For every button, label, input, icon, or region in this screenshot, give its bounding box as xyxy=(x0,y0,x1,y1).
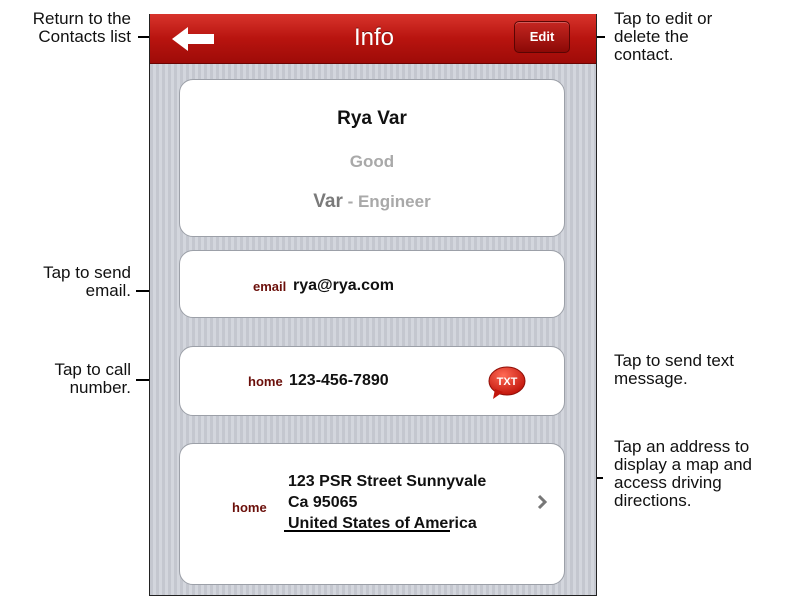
company-name: Var xyxy=(313,191,343,212)
job-title: - Engineer xyxy=(342,192,431,211)
contact-name-card: Rya Var Good Var - Engineer xyxy=(179,79,565,237)
phone-screen: Info Edit Rya Var Good Var - Engineer em… xyxy=(149,14,597,596)
email-row[interactable]: email rya@rya.com xyxy=(179,250,565,318)
callout-text: Tap to send text message. xyxy=(614,351,735,388)
address-row[interactable]: home 123 PSR Street Sunnyvale Ca 95065 U… xyxy=(179,443,565,585)
address-line-2: Ca 95065 xyxy=(288,494,358,511)
email-label: email xyxy=(253,279,287,294)
phone-row[interactable]: home 123-456-7890 TXT xyxy=(179,346,565,416)
contact-name: Rya Var xyxy=(337,108,407,129)
callout-call: Tap to call number. xyxy=(54,360,131,397)
edit-button[interactable]: Edit xyxy=(514,21,570,53)
svg-text:TXT: TXT xyxy=(497,376,518,388)
address-label: home xyxy=(232,500,267,515)
text-message-icon[interactable]: TXT xyxy=(487,365,527,403)
address-callout-strike xyxy=(284,530,450,532)
email-value: rya@rya.com xyxy=(293,277,394,294)
address-line-1: 123 PSR Street Sunnyvale xyxy=(288,473,487,490)
callout-back: Return to the Contacts list xyxy=(32,9,131,46)
callout-edit: Tap to edit or delete the contact. xyxy=(614,9,713,64)
address-lines: 123 PSR Street Sunnyvale Ca 95065 United… xyxy=(288,471,486,534)
phone-value: 123-456-7890 xyxy=(289,372,389,389)
callout-address: Tap an address to display a map and acce… xyxy=(614,437,752,510)
contact-nickname: Good xyxy=(349,152,395,171)
company-job-line: Var - Engineer xyxy=(180,191,564,213)
title-bar: Info Edit xyxy=(150,14,596,64)
callout-email: Tap to send email. xyxy=(43,263,131,300)
chevron-right-icon xyxy=(537,494,548,510)
phone-label: home xyxy=(248,374,283,389)
